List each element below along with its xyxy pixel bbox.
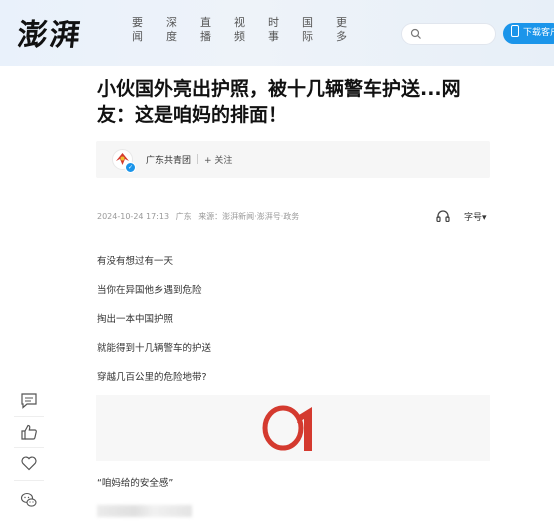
author-bar: ✓ 广东共青团 + 关注 (96, 141, 490, 178)
favorite-heart-icon[interactable] (20, 454, 38, 472)
article-title: 小伙国外亮出护照，被十几辆警车护送...网友：这是咱妈的排面！ (97, 78, 461, 126)
loading-content-placeholder (97, 505, 192, 517)
author-name[interactable]: 广东共青团 (146, 153, 191, 166)
headphone-icon[interactable] (436, 209, 450, 222)
follow-button[interactable]: + 关注 (204, 153, 232, 166)
site-logo[interactable]: 澎湃 (16, 10, 85, 54)
like-icon[interactable] (20, 423, 38, 441)
paragraph: 当你在异国他乡遇到危险 (97, 285, 202, 296)
phone-icon (511, 25, 519, 37)
article-source: 来源：澎湃新闻·澎湃号·政务 (198, 212, 300, 221)
paragraph: 就能得到十几辆警车的护送 (97, 343, 212, 354)
nav-item-video[interactable]: 视频 (234, 16, 268, 44)
nav-item-more[interactable]: 更多 (336, 16, 370, 44)
search-input[interactable] (401, 23, 496, 45)
verified-badge-icon: ✓ (125, 162, 136, 173)
paragraph: 穿越几百公里的危险地带? (97, 372, 207, 383)
publish-location: 广东 (175, 212, 192, 221)
download-app-button[interactable]: 下载客户端 (503, 23, 554, 44)
font-size-button[interactable]: 字号▾ (464, 210, 487, 223)
site-header: 澎湃 要闻 深度 直播 视频 时事 国际 更多 下载客户端 (0, 0, 554, 66)
publish-datetime: 2024-10-24 17:13 (97, 212, 170, 221)
image-caption: “咱妈给的安全感” (97, 478, 174, 489)
wechat-share-icon[interactable] (20, 491, 38, 509)
paragraph: 有没有想过有一天 (97, 256, 174, 267)
comment-icon[interactable] (20, 392, 38, 410)
article-meta: 2024-10-24 17:13 广东 来源：澎湃新闻·澎湃号·政务 (97, 211, 303, 222)
toolbar-divider (14, 416, 44, 417)
nav-item-international[interactable]: 国际 (302, 16, 336, 44)
section-number-graphic (262, 405, 312, 451)
nav-item-news[interactable]: 要闻 (132, 16, 166, 44)
nav-item-live[interactable]: 直播 (200, 16, 234, 44)
main-nav: 要闻 深度 直播 视频 时事 国际 更多 (132, 16, 370, 44)
paragraph: 掏出一本中国护照 (97, 314, 174, 325)
article-image[interactable] (96, 395, 490, 461)
search-icon (410, 28, 421, 39)
divider (197, 154, 198, 164)
nav-item-depth[interactable]: 深度 (166, 16, 200, 44)
nav-item-current-affairs[interactable]: 时事 (268, 16, 302, 44)
toolbar-divider (14, 480, 44, 481)
toolbar-divider (14, 447, 44, 448)
